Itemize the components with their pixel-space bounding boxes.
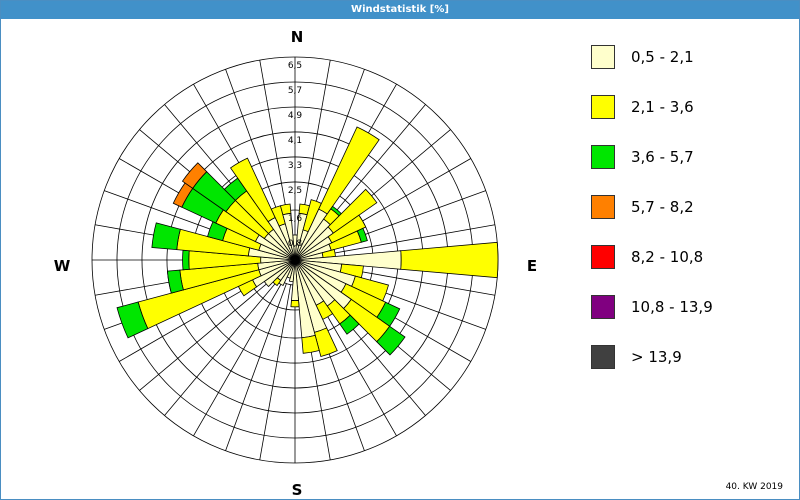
ring-label: 4,1 [288,136,302,146]
wind-sector-bar [313,327,338,358]
ring-label: 4,9 [288,111,303,121]
grid-spoke [225,283,287,451]
wind-sector-bar [290,300,300,308]
ring-label: 1,6 [288,214,303,224]
legend-swatch [591,95,615,119]
legend-label: > 13,9 [631,348,682,366]
compass-west-label: W [54,257,71,275]
compass-south-label: S [292,481,303,499]
compass-east-label: E [527,257,537,275]
legend-label: 5,7 - 8,2 [631,198,694,216]
legend-swatch [591,145,615,169]
wind-sector-bar [182,249,190,271]
legend-label: 3,6 - 5,7 [631,148,694,166]
legend-label: 0,5 - 2,1 [631,48,694,66]
legend-label: 8,2 - 10,8 [631,248,704,266]
grid-spoke [193,281,283,437]
legend-swatch [591,245,615,269]
legend-label: 2,1 - 3,6 [631,98,694,116]
legend-swatch [591,345,615,369]
chart-frame: Windstatistik [%] 0,8 1,6 2,5 3,3 4,1 4,9 5,7 6… [0,0,800,500]
legend-label: 10,8 - 13,9 [631,298,713,316]
legend-swatch [591,295,615,319]
compass-north-label: N [291,28,304,46]
wind-sector-bar [400,241,499,279]
legend-swatch [591,45,615,69]
footer-note: 40. KW 2019 [725,482,783,492]
ring-label: 0,8 [288,239,303,249]
ring-label: 6,5 [288,61,302,71]
legend-swatch [591,195,615,219]
grid-spoke [259,284,292,460]
ring-label: 2,5 [288,186,302,196]
ring-label: 5,7 [288,86,302,96]
ring-label: 3,3 [288,161,302,171]
wind-sector-bar [151,222,181,251]
wind-sectors [116,126,499,358]
